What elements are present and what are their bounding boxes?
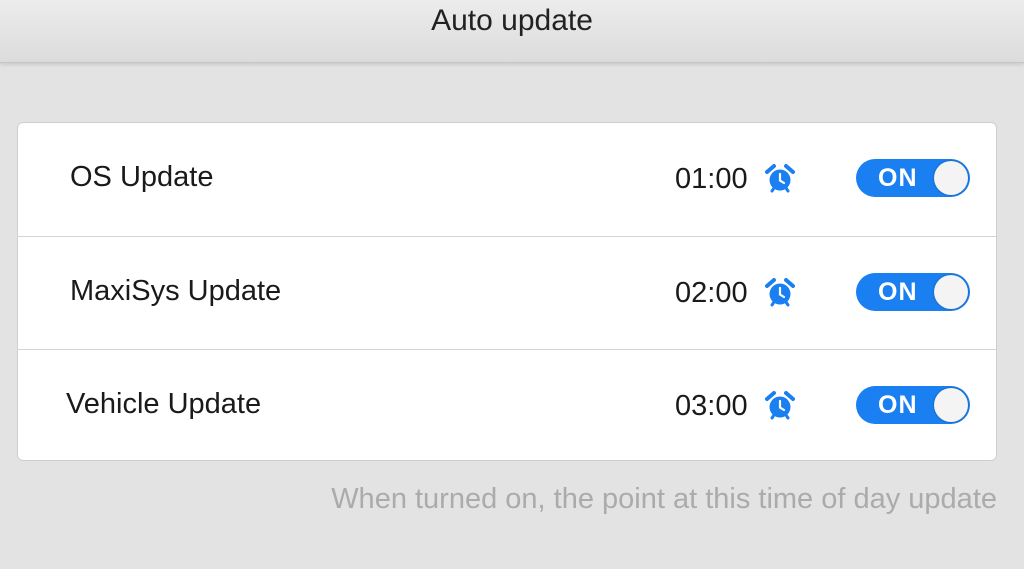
row-label-maxisys-update: MaxiSys Update — [70, 275, 282, 307]
toggle-os-update[interactable]: ON — [856, 159, 970, 197]
time-value-vehicle-update[interactable]: 03:00 — [675, 390, 748, 423]
toggle-knob[interactable] — [934, 161, 968, 195]
footnote-hint: When turned on, the point at this time o… — [331, 483, 997, 515]
time-value-os-update[interactable]: 01:00 — [675, 163, 748, 196]
time-picker-os-update[interactable]: 01:00 — [675, 161, 796, 197]
settings-row-maxisys-update: MaxiSys Update 02:00 ON — [18, 236, 996, 349]
settings-row-os-update: OS Update 01:00 ON — [18, 123, 996, 236]
toggle-state-label: ON — [878, 391, 918, 419]
page-title: Auto update — [431, 4, 593, 37]
toggle-state-label: ON — [878, 164, 918, 192]
toggle-knob[interactable] — [934, 275, 968, 309]
time-value-maxisys-update[interactable]: 02:00 — [675, 277, 748, 310]
toggle-state-label: ON — [878, 278, 918, 306]
alarm-clock-icon[interactable] — [764, 277, 796, 309]
row-label-os-update: OS Update — [70, 161, 214, 193]
alarm-clock-icon[interactable] — [764, 163, 796, 195]
alarm-clock-icon[interactable] — [764, 390, 796, 422]
toggle-vehicle-update[interactable]: ON — [856, 386, 970, 424]
title-bar: Auto update — [0, 0, 1024, 63]
time-picker-maxisys-update[interactable]: 02:00 — [675, 275, 796, 311]
settings-row-vehicle-update: Vehicle Update 03:00 ON — [18, 349, 996, 460]
toggle-knob[interactable] — [934, 388, 968, 422]
row-label-vehicle-update: Vehicle Update — [66, 388, 262, 420]
time-picker-vehicle-update[interactable]: 03:00 — [675, 388, 796, 424]
toggle-maxisys-update[interactable]: ON — [856, 273, 970, 311]
settings-card: OS Update 01:00 ON MaxiSys Update 02:00 — [17, 122, 997, 461]
